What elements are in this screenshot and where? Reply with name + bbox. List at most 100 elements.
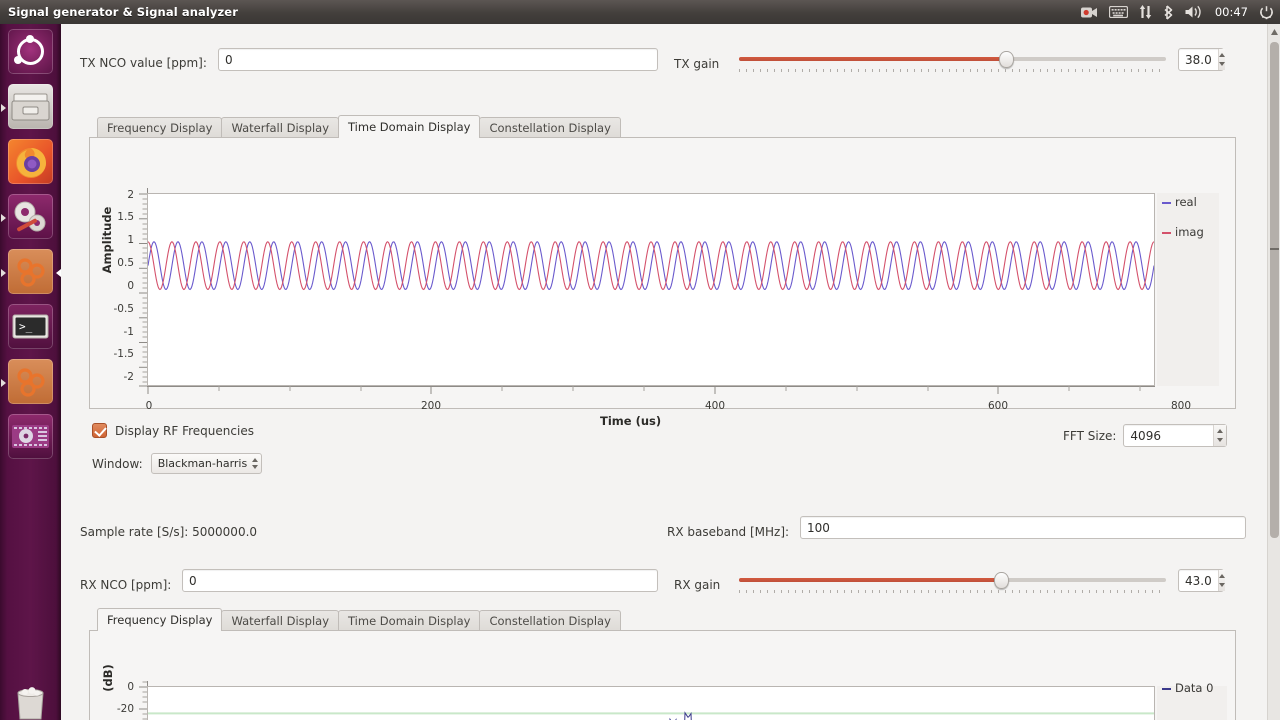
frequency-ylabel: (dB) <box>101 664 115 692</box>
launcher-running-indicator-firefox <box>1 104 6 112</box>
rx-gain-label-wrap: RX gain <box>674 574 720 593</box>
xtick-800: 800 <box>1170 400 1192 412</box>
ytick-0.5: 0.5 <box>117 257 134 269</box>
tab-time-domain-display-top[interactable]: Time Domain Display <box>338 115 481 138</box>
tx-gain-stepper[interactable] <box>1217 49 1225 70</box>
combo-arrows-icon[interactable] <box>247 454 261 473</box>
rx-baseband-label: RX baseband [MHz]: <box>667 525 790 539</box>
tx-gain-handle[interactable] <box>998 51 1014 68</box>
legend-label-imag: imag <box>1175 225 1204 239</box>
frequency-legend: Data 0 <box>1157 681 1227 720</box>
tx-gain-label-wrap: TX gain <box>674 53 719 72</box>
trash-icon <box>17 687 44 720</box>
series-real <box>148 241 1154 291</box>
xtick-0: 0 <box>145 400 153 412</box>
tx-nco-input[interactable]: 0 <box>218 48 658 71</box>
ytick-0: 0 <box>127 280 134 292</box>
ytick-1.5: 1.5 <box>117 211 134 223</box>
unity-launcher: >_ <box>0 24 61 720</box>
clock[interactable]: 00:47 <box>1215 0 1248 24</box>
scrollbar-thumb[interactable] <box>1270 42 1279 538</box>
window-vertical-scrollbar[interactable] <box>1267 24 1280 720</box>
rx-gain-stepper[interactable] <box>1217 570 1225 591</box>
time-domain-legend: real imag <box>1157 193 1219 386</box>
fft-size-stepper[interactable] <box>1213 425 1227 446</box>
rx-baseband-input[interactable]: 100 <box>800 516 1246 539</box>
spin-up-icon[interactable] <box>1217 429 1224 434</box>
launcher-running-indicator-gnuradio-1 <box>1 269 6 277</box>
window-combobox[interactable]: Blackman-harris <box>150 453 263 474</box>
rx-nco-value: 0 <box>189 573 197 588</box>
time-domain-xaxis-ticks <box>147 386 1155 394</box>
tab-waterfall-display-bottom[interactable]: Waterfall Display <box>221 610 339 631</box>
scroll-up-icon <box>1271 29 1278 35</box>
rx-nco-input[interactable]: 0 <box>182 569 658 592</box>
sample-rate-label: Sample rate [S/s]: 5000000.0 <box>80 525 258 539</box>
power-icon[interactable] <box>1259 0 1274 24</box>
tab-waterfall-display-top[interactable]: Waterfall Display <box>221 117 339 138</box>
tx-nco-row: TX NCO value [ppm]: <box>80 52 207 71</box>
rx-display-notebook: Frequency Display Waterfall Display Time… <box>89 608 1236 720</box>
legend-swatch-data0 <box>1162 688 1171 690</box>
launcher-item-terminal[interactable]: >_ <box>8 304 53 349</box>
tab-constellation-display-top[interactable]: Constellation Display <box>479 117 621 138</box>
spin-down-icon[interactable] <box>1218 61 1225 66</box>
scroll-marker-icon <box>1270 248 1279 250</box>
xtick-400: 400 <box>704 400 726 412</box>
launcher-item-gnuradio-companion-2[interactable] <box>8 359 53 404</box>
application-window: TX NCO value [ppm]: 0 TX gain 38.0 Frequ… <box>61 24 1280 720</box>
tab-time-domain-display-bottom[interactable]: Time Domain Display <box>338 610 481 631</box>
time-domain-xlabel: Time (us) <box>600 414 662 428</box>
launcher-item-firefox[interactable] <box>8 139 53 184</box>
record-icon[interactable] <box>1080 0 1098 24</box>
display-rf-frequencies-label: Display RF Frequencies <box>115 423 254 438</box>
xtick-600: 600 <box>987 400 1009 412</box>
display-rf-frequencies-row[interactable]: Display RF Frequencies <box>92 423 254 438</box>
rx-baseband-label-wrap: RX baseband [MHz]: <box>667 521 789 540</box>
fft-size-label: FFT Size: <box>1063 428 1117 443</box>
rx-gain-spinbox[interactable]: 43.0 <box>1178 569 1225 592</box>
display-rf-frequencies-checkbox[interactable] <box>92 423 107 438</box>
rx-gain-slider[interactable] <box>739 569 1166 599</box>
rx-gain-value: 43.0 <box>1185 573 1212 588</box>
ytick--2: -2 <box>123 371 134 383</box>
rx-gain-fill <box>739 578 1001 582</box>
rx-nco-label: RX NCO [ppm]: <box>80 578 172 592</box>
ytick--1.5: -1.5 <box>113 348 135 360</box>
window-value: Blackman-harris <box>157 457 248 470</box>
launcher-item-gnuradio-companion-1[interactable] <box>8 249 53 294</box>
fft-size-spinbox[interactable]: 4096 <box>1123 424 1228 447</box>
tab-frequency-display-top[interactable]: Frequency Display <box>97 117 223 138</box>
tx-gain-spinbox[interactable]: 38.0 <box>1178 48 1225 71</box>
launcher-item-files[interactable] <box>8 84 53 129</box>
desktop-top-panel: Signal generator & Signal analyzer 00:47 <box>0 0 1280 24</box>
volume-icon[interactable] <box>1185 0 1204 24</box>
tx-nco-label: TX NCO value [ppm]: <box>80 56 207 70</box>
spin-up-icon[interactable] <box>1218 574 1225 579</box>
tx-tab-strip: Frequency Display Waterfall Display Time… <box>89 115 1236 138</box>
tx-gain-slider[interactable] <box>739 48 1166 78</box>
rx-tab-content: (dB) 0 -20 -40 <box>89 630 1236 720</box>
tx-tab-content: Amplitude 2 1.5 1 0.5 0 -0.5 -1 -1.5 -2 <box>89 137 1236 428</box>
xtick-200: 200 <box>420 400 442 412</box>
spin-up-icon[interactable] <box>1218 53 1225 58</box>
keyboard-icon[interactable] <box>1108 0 1128 24</box>
launcher-item-media-player[interactable] <box>8 414 53 459</box>
bluetooth-icon[interactable] <box>1163 0 1174 24</box>
system-tray: 00:47 <box>1080 0 1274 24</box>
launcher-item-ubuntu-dash[interactable] <box>8 29 53 74</box>
window-label: Window: <box>92 456 143 471</box>
frequency-display-canvas <box>147 686 1155 720</box>
tx-gain-value: 38.0 <box>1185 52 1212 67</box>
launcher-item-system-settings[interactable] <box>8 194 53 239</box>
network-icon[interactable] <box>1139 0 1152 24</box>
rx-gain-handle[interactable] <box>993 572 1009 589</box>
legend-label-real: real <box>1175 195 1197 209</box>
tab-frequency-display-bottom[interactable]: Frequency Display <box>97 608 223 631</box>
spin-down-icon[interactable] <box>1218 582 1225 587</box>
frequency-display-plot: (dB) 0 -20 -40 <box>90 631 1235 720</box>
launcher-item-trash[interactable] <box>8 679 53 720</box>
launcher-running-indicator-settings <box>1 214 6 222</box>
spin-down-icon[interactable] <box>1217 437 1224 442</box>
tab-constellation-display-bottom[interactable]: Constellation Display <box>479 610 621 631</box>
